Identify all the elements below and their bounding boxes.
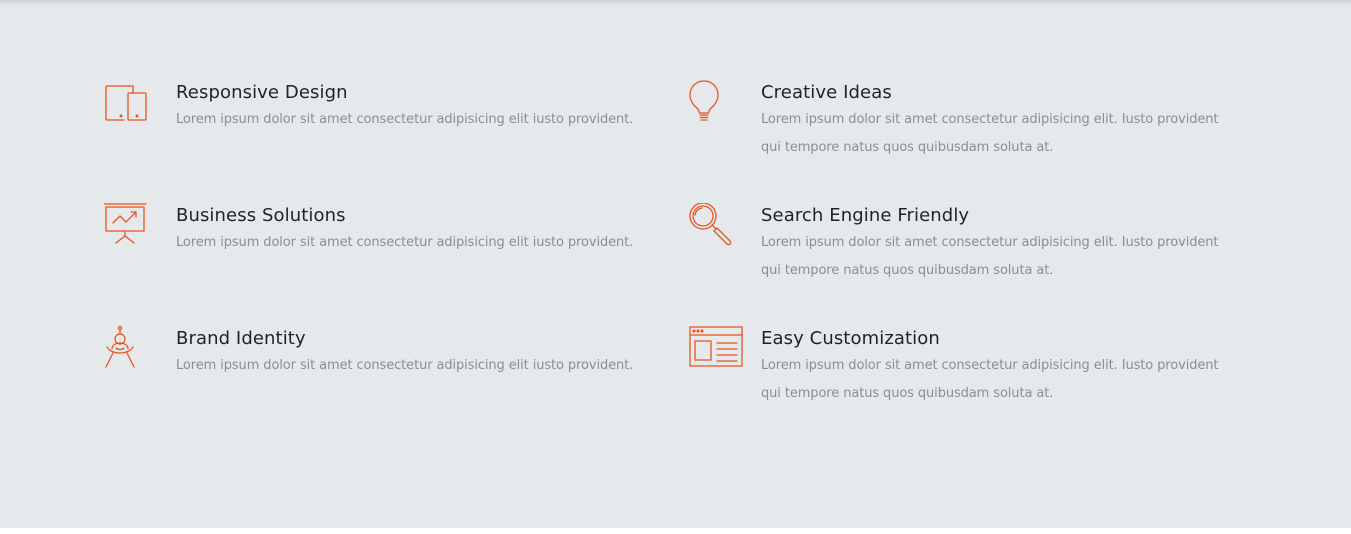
presentation-chart-icon xyxy=(104,203,152,251)
feature-description: Lorem ipsum dolor sit amet consectetur a… xyxy=(761,112,1219,155)
feature-title: Business Solutions xyxy=(176,205,346,226)
features-section: Responsive Design Lorem ipsum dolor sit … xyxy=(0,0,1351,528)
feature-title: Brand Identity xyxy=(176,328,306,349)
feature-description: Lorem ipsum dolor sit amet consectetur a… xyxy=(176,112,634,127)
astronaut-icon xyxy=(104,326,152,374)
feature-title: Search Engine Friendly xyxy=(761,205,970,226)
feature-description: Lorem ipsum dolor sit amet consectetur a… xyxy=(761,358,1219,401)
feature-description: Lorem ipsum dolor sit amet consectetur a… xyxy=(761,235,1219,278)
feature-title: Responsive Design xyxy=(176,82,348,103)
magnifier-icon xyxy=(689,203,737,251)
lightbulb-icon xyxy=(689,80,737,128)
feature-description: Lorem ipsum dolor sit amet consectetur a… xyxy=(176,235,634,250)
feature-description: Lorem ipsum dolor sit amet consectetur a… xyxy=(176,358,634,373)
feature-title: Easy Customization xyxy=(761,328,940,349)
tablet-phone-icon xyxy=(104,80,152,128)
feature-title: Creative Ideas xyxy=(761,82,892,103)
browser-window-icon xyxy=(689,326,743,374)
